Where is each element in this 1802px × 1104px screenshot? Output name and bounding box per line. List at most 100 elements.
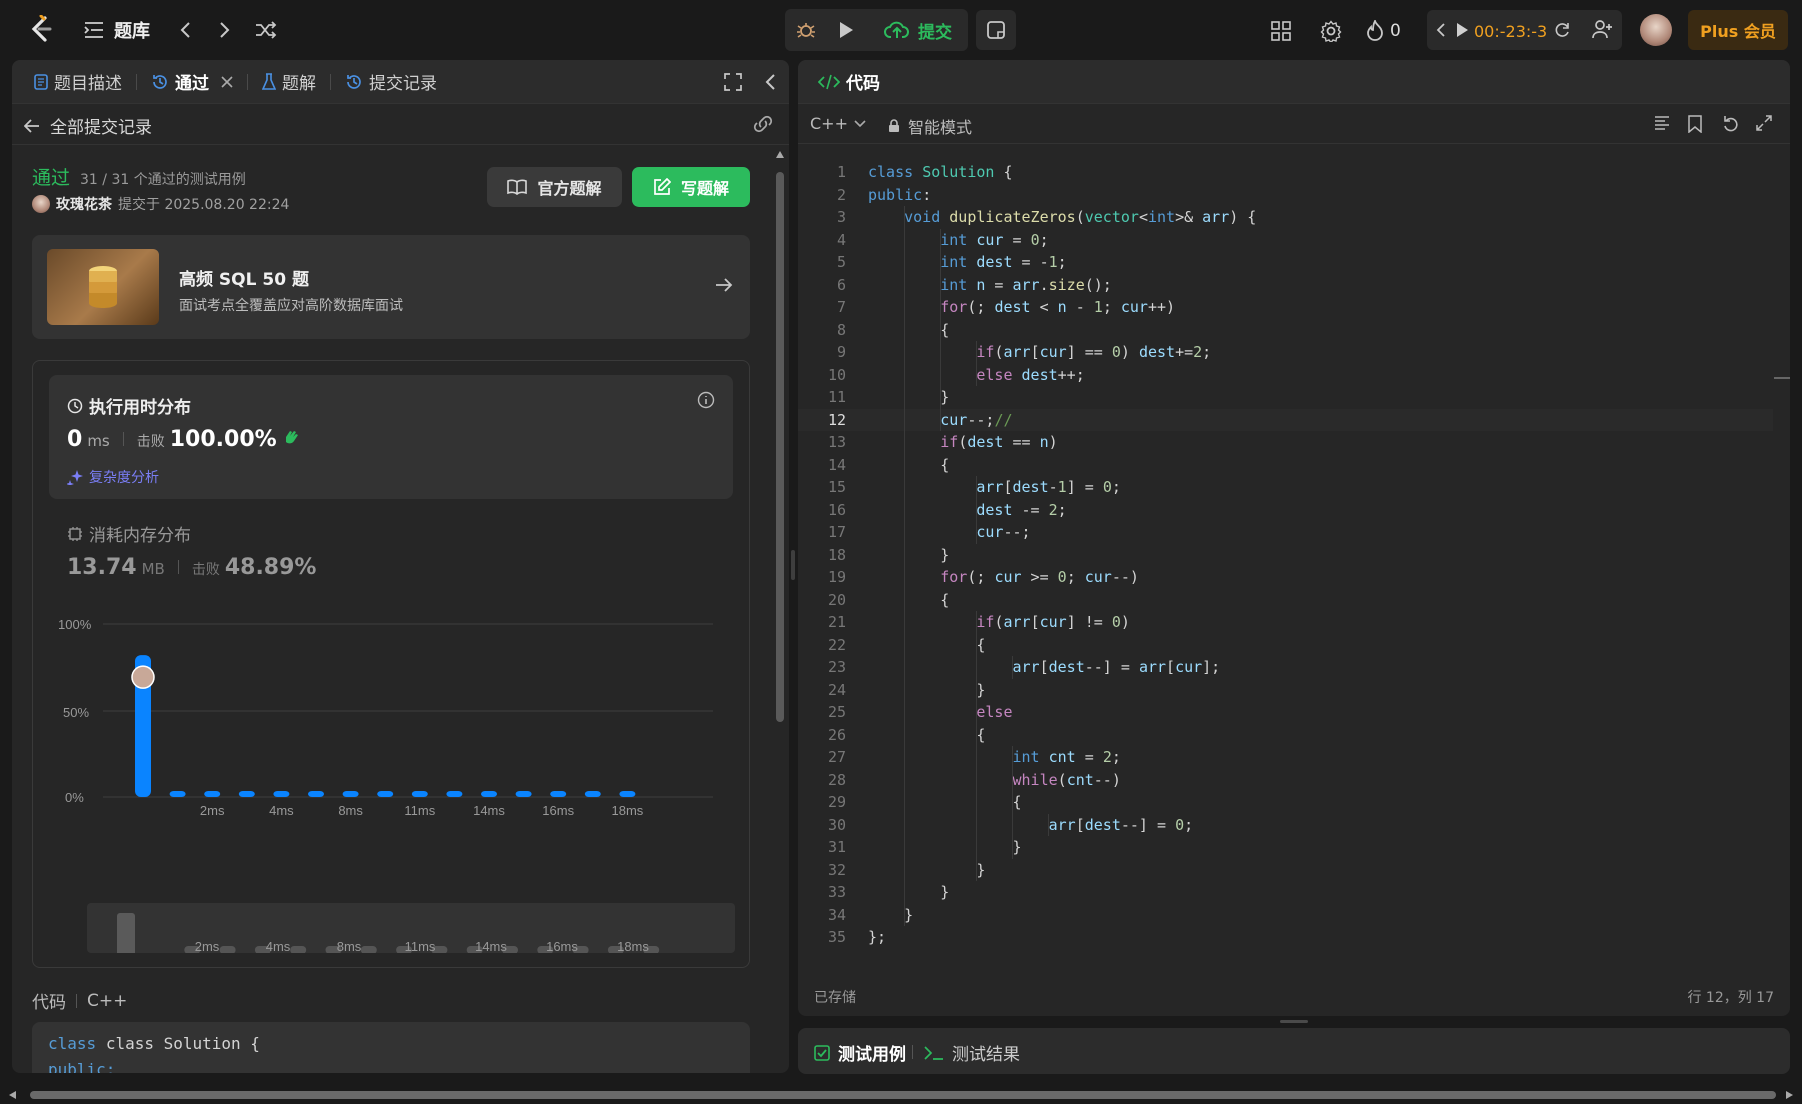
code-line[interactable]: 9 if(arr[cur] == 0) dest+=2; xyxy=(798,341,1773,364)
tab-test-result[interactable]: 测试结果 xyxy=(924,1040,1020,1065)
code-line[interactable]: 6 int n = arr.size(); xyxy=(798,274,1773,297)
reset-icon[interactable] xyxy=(1722,115,1740,133)
chart-bar[interactable] xyxy=(481,791,497,797)
tab-testcase[interactable]: 测试用例 xyxy=(814,1040,906,1065)
bookmark-icon[interactable] xyxy=(1688,115,1702,133)
username[interactable]: 玫瑰花茶 xyxy=(56,194,112,214)
chart-bar[interactable] xyxy=(446,791,463,797)
code-line[interactable]: 24 } xyxy=(798,679,1773,702)
shuffle-icon[interactable] xyxy=(252,16,280,44)
sql50-promo-card[interactable]: 高频 SQL 50 题 面试考点全覆盖应对高阶数据库面试 xyxy=(32,235,750,339)
code-line[interactable]: 17 cur--; xyxy=(798,521,1773,544)
code-line[interactable]: 18 } xyxy=(798,544,1773,567)
code-line[interactable]: 12 cur--;// xyxy=(798,408,1773,431)
next-problem-icon[interactable] xyxy=(212,16,238,44)
prev-problem-icon[interactable] xyxy=(172,16,198,44)
timer-reset-icon[interactable] xyxy=(1550,16,1574,44)
timer-play-icon[interactable] xyxy=(1452,16,1472,44)
chart-range-slider[interactable]: 2ms 4ms 8ms 11ms 14ms 16ms 18ms xyxy=(87,903,735,953)
left-scrollbar[interactable] xyxy=(774,150,786,1070)
leetcode-logo[interactable] xyxy=(26,14,56,44)
code-line[interactable]: 10 else dest++; xyxy=(798,364,1773,387)
scroll-up-icon[interactable] xyxy=(775,150,785,160)
tab-solutions[interactable]: 题解 xyxy=(256,69,322,94)
streak-counter[interactable]: 0 xyxy=(1366,16,1401,46)
chart-bar[interactable] xyxy=(273,791,290,797)
panel-splitter[interactable] xyxy=(791,550,795,580)
plus-member-button[interactable]: Plus 会员 xyxy=(1688,10,1788,50)
fullscreen-icon[interactable] xyxy=(724,73,742,91)
debug-icon[interactable] xyxy=(790,14,822,46)
code-line[interactable]: 3 void duplicateZeros(vector<int>& arr) … xyxy=(798,206,1773,229)
code-line[interactable]: 1 class Solution { xyxy=(798,161,1773,184)
code-editor[interactable]: 1 class Solution {2 public: 3 void duplicat… xyxy=(798,153,1773,1016)
chart-bar[interactable] xyxy=(515,791,532,797)
expand-icon[interactable] xyxy=(1756,115,1772,131)
back-to-submissions-button[interactable]: 全部提交记录 xyxy=(24,113,152,138)
scroll-thumb[interactable] xyxy=(776,172,784,722)
info-icon[interactable] xyxy=(697,391,715,409)
scroll-right-icon[interactable] xyxy=(1784,1090,1794,1100)
code-line[interactable]: 32 } xyxy=(798,859,1773,882)
tab-description[interactable]: 题目描述 xyxy=(28,69,128,94)
share-link-icon[interactable] xyxy=(752,115,774,133)
code-line[interactable]: 25 else xyxy=(798,701,1773,724)
chart-bar[interactable] xyxy=(411,791,428,797)
code-line[interactable]: 34 } xyxy=(798,904,1773,927)
code-line[interactable]: 2 public: xyxy=(798,184,1773,207)
code-line[interactable]: 35}; xyxy=(798,926,1773,949)
chart-bar[interactable] xyxy=(619,791,636,797)
code-line[interactable]: 11 } xyxy=(798,386,1773,409)
timer-collapse-icon[interactable] xyxy=(1432,16,1450,44)
runtime-card[interactable]: 执行用时分布 0 ms 击败 100.00% 复杂度分析 xyxy=(49,375,733,499)
h-scroll-thumb[interactable] xyxy=(30,1091,1776,1099)
page-horizontal-scrollbar[interactable] xyxy=(0,1086,1802,1104)
format-icon[interactable] xyxy=(1654,116,1670,130)
collapse-panel-icon[interactable] xyxy=(764,73,776,91)
code-line[interactable]: 23 arr[dest--] = arr[cur]; xyxy=(798,656,1773,679)
code-line[interactable]: 22 { xyxy=(798,634,1773,657)
chart-bar[interactable] xyxy=(204,791,221,797)
problem-list-button[interactable]: 题库 xyxy=(84,15,150,45)
code-line[interactable]: 31 } xyxy=(798,836,1773,859)
code-line[interactable]: 26 { xyxy=(798,724,1773,747)
smart-mode-toggle[interactable]: 智能模式 xyxy=(888,114,972,138)
chart-bar[interactable] xyxy=(238,791,255,797)
submit-button[interactable]: 提交 xyxy=(872,12,964,48)
code-line[interactable]: 30 arr[dest--] = 0; xyxy=(798,814,1773,837)
code-line[interactable]: 8 { xyxy=(798,319,1773,342)
user-avatar-small[interactable] xyxy=(32,195,50,213)
code-line[interactable]: 14 { xyxy=(798,454,1773,477)
tab-submissions[interactable]: 提交记录 xyxy=(339,69,443,94)
code-line[interactable]: 5 int dest = -1; xyxy=(798,251,1773,274)
code-line[interactable]: 13 if(dest == n) xyxy=(798,431,1773,454)
write-solution-button[interactable]: 写题解 xyxy=(632,167,750,207)
code-line[interactable]: 19 for(; cur >= 0; cur--) xyxy=(798,566,1773,589)
add-friend-icon[interactable] xyxy=(1588,14,1618,44)
code-line[interactable]: 27 int cnt = 2; xyxy=(798,746,1773,769)
code-line[interactable]: 20 { xyxy=(798,589,1773,612)
code-line[interactable]: 29 { xyxy=(798,791,1773,814)
language-select[interactable]: C++ xyxy=(810,114,866,133)
code-line[interactable]: 28 while(cnt--) xyxy=(798,769,1773,792)
memory-card[interactable]: 消耗内存分布 13.74 MB 击败 48.89% xyxy=(49,511,733,601)
layout-icon[interactable] xyxy=(1266,16,1296,46)
chart-bar[interactable] xyxy=(584,791,601,797)
tab-accepted[interactable]: 通过 xyxy=(145,69,239,94)
vertical-splitter[interactable] xyxy=(1280,1020,1308,1023)
code-line[interactable]: 33 } xyxy=(798,881,1773,904)
official-solution-button[interactable]: 官方题解 xyxy=(487,167,622,207)
code-line[interactable]: 16 dest -= 2; xyxy=(798,499,1773,522)
code-line[interactable]: 7 for(; dest < n - 1; cur++) xyxy=(798,296,1773,319)
chart-bar[interactable] xyxy=(169,791,186,797)
complexity-analysis-link[interactable]: 复杂度分析 xyxy=(67,467,159,487)
code-line[interactable]: 15 arr[dest-1] = 0; xyxy=(798,476,1773,499)
user-avatar[interactable] xyxy=(1640,14,1672,46)
run-button[interactable] xyxy=(830,14,862,46)
tab-code[interactable]: 代码 xyxy=(812,69,886,94)
settings-gear-icon[interactable] xyxy=(1316,16,1346,46)
chart-bar[interactable] xyxy=(550,791,567,797)
scroll-left-icon[interactable] xyxy=(8,1090,18,1100)
code-line[interactable]: 21 if(arr[cur] != 0) xyxy=(798,611,1773,634)
chart-bar[interactable] xyxy=(377,791,394,797)
